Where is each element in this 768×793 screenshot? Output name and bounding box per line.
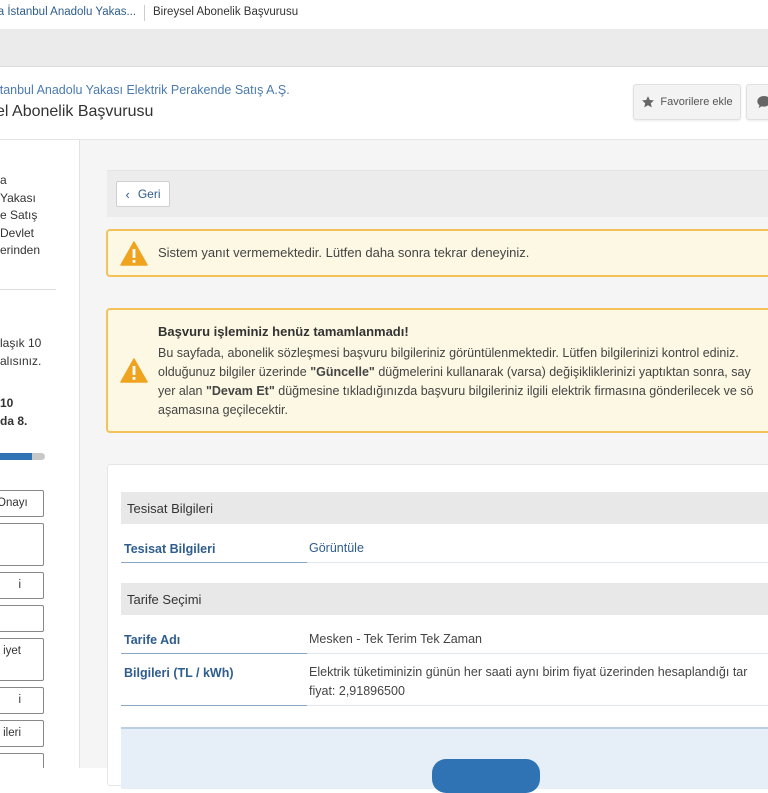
sidebar-step[interactable]: ileri	[0, 720, 44, 747]
guncelle-emphasis: "Güncelle"	[310, 365, 375, 379]
row-divider	[121, 705, 768, 706]
add-favorite-label: Favorilere ekle	[660, 96, 733, 108]
breadcrumb-company-link[interactable]: sa İstanbul Anadolu Yakas...	[0, 6, 136, 18]
breadcrumb-current: Bireysel Abonelik Başvurusu	[153, 6, 299, 18]
sidebar-info-line: alısınız.	[0, 353, 42, 368]
main-content: ‹ Geri Sistem yanıt vermemektedir. Lütfe…	[80, 140, 768, 793]
comment-icon	[757, 96, 768, 108]
sidebar-description: a Yakası e Satış Devlet erinden	[0, 172, 40, 260]
tarife-bilgileri-line: Elektrik tüketiminizin günün her saati a…	[309, 665, 748, 679]
view-tesisat-link[interactable]: Görüntüle	[309, 539, 364, 558]
row-divider	[121, 562, 768, 563]
sidebar-step-label: ileri	[3, 727, 21, 739]
alert-text: düğmelerini kullanarak (varsa) değişikli…	[374, 365, 751, 379]
page-header: İstanbul Anadolu Yakası Elektrik Peraken…	[0, 67, 768, 140]
sidebar-step[interactable]: i	[0, 687, 44, 714]
progress-bar-fill	[0, 453, 32, 460]
breadcrumb-separator	[144, 5, 145, 21]
sidebar-step[interactable]: i	[0, 572, 44, 599]
tesisat-label: Tesisat Bilgileri	[124, 542, 216, 556]
tarife-bilgileri-label: Bilgileri (TL / kWh)	[124, 666, 234, 680]
alert-title: Başvuru işleminiz henüz tamamlanmadı!	[158, 324, 409, 339]
chevron-left-icon: ‹	[125, 186, 130, 202]
sidebar-step-label: Onayı	[0, 497, 28, 509]
breadcrumb: sa İstanbul Anadolu Yakas... Bireysel Ab…	[0, 0, 768, 28]
sidebar-step-line: 10	[0, 396, 14, 410]
devam-et-emphasis: "Devam Et"	[205, 384, 275, 398]
page-title: sel Abonelik Başvurusu	[0, 103, 154, 120]
tarife-adi-label: Tarife Adı	[124, 633, 181, 647]
top-toolbar	[0, 29, 768, 67]
alert-text: yer alan	[158, 384, 206, 398]
sidebar-description-line: e Satış	[0, 208, 38, 222]
section-header-tesisat: Tesisat Bilgileri	[121, 492, 768, 524]
row-divider	[121, 653, 768, 654]
organization-name: İstanbul Anadolu Yakası Elektrik Peraken…	[0, 83, 290, 97]
star-icon	[642, 96, 655, 108]
alert-body-line: yer alan "Devam Et" düğmesine tıkladığın…	[158, 382, 754, 401]
back-button[interactable]: ‹ Geri	[116, 181, 170, 207]
system-error-alert: Sistem yanıt vermemektedir. Lütfen daha …	[106, 229, 768, 277]
sidebar-step-label: i	[18, 694, 21, 706]
sidebar: a Yakası e Satış Devlet erinden laşık 10…	[0, 140, 80, 768]
sidebar-step-line: da 8.	[0, 413, 28, 428]
sidebar-info-line: laşık 10	[0, 336, 42, 350]
tarife-bilgileri-value: Elektrik tüketiminizin günün her saati a…	[309, 663, 747, 701]
section-header-tarife: Tarife Seçimi	[121, 583, 768, 615]
application-form-card: Tesisat Bilgileri Tesisat Bilgileri Görü…	[107, 464, 768, 793]
back-button-label: Geri	[137, 187, 161, 201]
sidebar-step-label: iyet	[3, 645, 21, 657]
warning-icon	[120, 241, 148, 266]
sidebar-duration-info: laşık 10 alısınız.	[0, 335, 41, 370]
tarife-bilgileri-line: fiyat: 2,91896500	[309, 684, 405, 698]
system-error-message: Sistem yanıt vermemektedir. Lütfen daha …	[158, 245, 530, 260]
sidebar-description-line: Yakası	[0, 190, 36, 205]
warning-icon	[120, 358, 148, 383]
sidebar-description-line: erinden	[0, 243, 41, 257]
alert-body-line: Bu sayfada, abonelik sözleşmesi başvuru …	[158, 346, 739, 360]
sidebar-description-line: a	[0, 173, 7, 187]
alert-text: olduğunuz bilgiler üzerinde	[158, 365, 311, 379]
add-favorite-button[interactable]: Favorilere ekle	[633, 84, 741, 120]
sidebar-step[interactable]: iyet	[0, 638, 44, 681]
sidebar-description-line: Devlet	[0, 225, 35, 240]
alert-body: Bu sayfada, abonelik sözleşmesi başvuru …	[158, 344, 754, 420]
sidebar-step[interactable]	[0, 605, 44, 632]
sidebar-step-counter: 10 da 8.	[0, 395, 27, 430]
devam-et-button[interactable]	[432, 759, 540, 793]
sidebar-step[interactable]	[0, 523, 44, 566]
alert-body-line: aşamasına geçilecektir.	[158, 403, 288, 417]
sidebar-step[interactable]	[0, 753, 44, 768]
alert-text: düğmesine tıkladığınızda başvuru bilgile…	[274, 384, 754, 398]
tarife-adi-value: Mesken - Tek Terim Tek Zaman	[309, 632, 482, 646]
sidebar-divider	[0, 289, 56, 290]
incomplete-application-alert: Başvuru işleminiz henüz tamamlanmadı! Bu…	[106, 308, 768, 433]
sidebar-step-label: i	[18, 579, 21, 591]
back-bar: ‹ Geri	[107, 170, 768, 217]
form-action-bar	[121, 727, 768, 793]
progress-bar	[0, 453, 45, 460]
alert-body-line: olduğunuz bilgiler üzerinde "Güncelle" d…	[158, 363, 754, 382]
comment-button[interactable]	[746, 84, 768, 120]
sidebar-step-onay[interactable]: Onayı	[0, 490, 44, 517]
